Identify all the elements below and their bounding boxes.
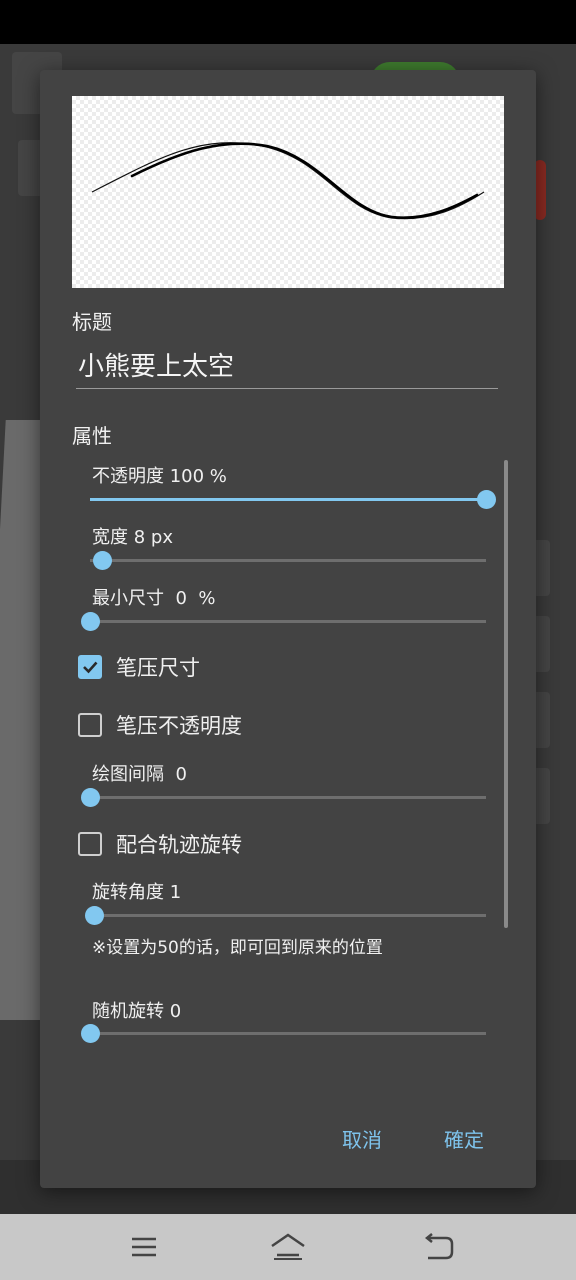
status-bar [0, 0, 576, 44]
slider-thumb[interactable] [81, 788, 100, 807]
title-label: 标题 [72, 310, 112, 334]
width-label: 宽度 8 px [92, 527, 173, 548]
properties-label: 属性 [72, 424, 112, 448]
min-size-slider[interactable] [81, 610, 486, 632]
slider-track [90, 620, 486, 623]
back-icon[interactable] [418, 1230, 458, 1264]
pressure-opacity-checkbox[interactable] [78, 713, 102, 737]
width-slider[interactable] [90, 549, 486, 571]
rotation-note: ※设置为50的话，即可回到原来的位置 [92, 938, 383, 958]
home-icon[interactable] [268, 1230, 308, 1264]
rotation-angle-slider[interactable] [84, 904, 486, 926]
brush-preview [72, 96, 504, 288]
follow-path-rotation-checkbox[interactable] [78, 832, 102, 856]
cancel-button[interactable]: 取消 [342, 1124, 382, 1153]
min-size-label: 最小尺寸 0 % [92, 588, 216, 609]
check-icon [83, 661, 98, 674]
pressure-opacity-label: 笔压不透明度 [116, 714, 242, 738]
slider-thumb[interactable] [81, 1024, 100, 1043]
slider-thumb[interactable] [81, 612, 100, 631]
pressure-size-label: 笔压尺寸 [116, 656, 200, 680]
navigation-bar [0, 1214, 576, 1280]
opacity-slider[interactable] [90, 488, 496, 510]
slider-thumb[interactable] [84, 906, 104, 925]
random-rotation-slider[interactable] [81, 1022, 486, 1044]
slider-thumb[interactable] [477, 490, 496, 509]
slider-thumb[interactable] [92, 551, 112, 570]
follow-path-rotation-label: 配合轨迹旋转 [116, 833, 242, 857]
scrollbar[interactable] [504, 460, 508, 928]
slider-fill [90, 498, 486, 501]
pressure-size-checkbox[interactable] [78, 655, 102, 679]
spacing-slider[interactable] [81, 786, 486, 808]
random-rotation-label: 随机旋转 0 [92, 1001, 182, 1022]
slider-track [90, 914, 486, 917]
pressure-opacity-checkbox-row[interactable]: 笔压不透明度 [78, 708, 242, 742]
slider-track [90, 796, 486, 799]
rotation-angle-label: 旋转角度 1 [92, 882, 182, 903]
brush-settings-dialog: 标题 属性 不透明度 100 % 宽度 8 px 最小尺寸 0 % 笔压尺寸 笔… [40, 70, 536, 1188]
opacity-label: 不透明度 100 % [92, 466, 227, 487]
title-input[interactable] [76, 340, 498, 389]
pressure-size-checkbox-row[interactable]: 笔压尺寸 [78, 650, 200, 684]
slider-track [90, 1032, 486, 1035]
ok-button[interactable]: 確定 [444, 1124, 484, 1153]
spacing-label: 绘图间隔 0 [92, 764, 187, 785]
menu-icon[interactable] [124, 1230, 164, 1264]
slider-track [90, 559, 486, 562]
follow-path-rotation-checkbox-row[interactable]: 配合轨迹旋转 [78, 827, 242, 861]
